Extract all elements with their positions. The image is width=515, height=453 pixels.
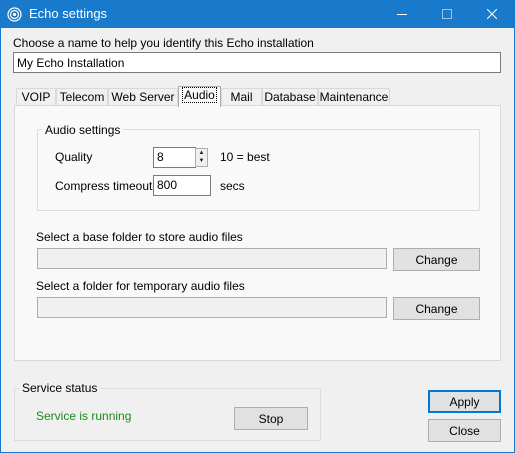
- close-window-button[interactable]: [469, 1, 514, 28]
- change-temp-folder-button[interactable]: Change: [393, 297, 480, 320]
- tab-voip[interactable]: VOIP: [16, 88, 56, 106]
- audio-settings-title: Audio settings: [42, 123, 124, 137]
- close-icon: [486, 8, 497, 22]
- base-folder-label: Select a base folder to store audio file…: [36, 230, 243, 244]
- spin-up-button[interactable]: ▲: [196, 149, 207, 157]
- maximize-icon: [441, 8, 452, 22]
- temp-folder-label: Select a folder for temporary audio file…: [36, 279, 245, 293]
- installation-name-input[interactable]: [13, 52, 501, 73]
- window-title: Echo settings: [29, 6, 108, 21]
- tab-maintenance[interactable]: Maintenance: [318, 88, 390, 106]
- quality-hint: 10 = best: [220, 150, 270, 164]
- stop-service-button[interactable]: Stop: [234, 407, 308, 430]
- maximize-button[interactable]: [424, 1, 469, 28]
- tab-audio[interactable]: Audio: [178, 86, 221, 107]
- tab-telecom[interactable]: Telecom: [56, 88, 108, 106]
- echo-logo-icon: [7, 7, 22, 22]
- settings-window: Echo settings Choose a name to help you …: [0, 0, 515, 453]
- change-base-folder-button[interactable]: Change: [393, 248, 480, 271]
- compress-timeout-value: 800: [157, 178, 178, 192]
- quality-value: 8: [157, 150, 164, 164]
- spin-up-icon: ▲: [198, 150, 205, 156]
- spin-down-icon: ▼: [198, 158, 205, 164]
- base-folder-path: [37, 248, 387, 269]
- title-bar[interactable]: Echo settings: [1, 1, 514, 28]
- quality-input[interactable]: 8: [153, 147, 196, 168]
- tab-mail[interactable]: Mail: [221, 88, 262, 106]
- compress-timeout-unit: secs: [220, 179, 245, 193]
- service-status-title: Service status: [19, 381, 101, 395]
- close-button[interactable]: Close: [428, 419, 501, 442]
- tab-web-server[interactable]: Web Server: [108, 88, 178, 106]
- tab-database[interactable]: Database: [262, 88, 318, 106]
- installation-name-label: Choose a name to help you identify this …: [13, 36, 314, 50]
- temp-folder-path: [37, 297, 387, 318]
- service-status-text: Service is running: [36, 409, 132, 423]
- minimize-button[interactable]: [379, 1, 424, 28]
- audio-settings-group: [37, 129, 480, 211]
- spin-down-button[interactable]: ▼: [196, 157, 207, 165]
- quality-label: Quality: [55, 150, 93, 164]
- compress-timeout-label: Compress timeout: [55, 179, 153, 193]
- compress-timeout-input[interactable]: 800: [153, 175, 211, 196]
- quality-spinner[interactable]: ▲ ▼: [195, 148, 208, 167]
- minimize-icon: [396, 8, 407, 22]
- apply-button[interactable]: Apply: [428, 390, 501, 413]
